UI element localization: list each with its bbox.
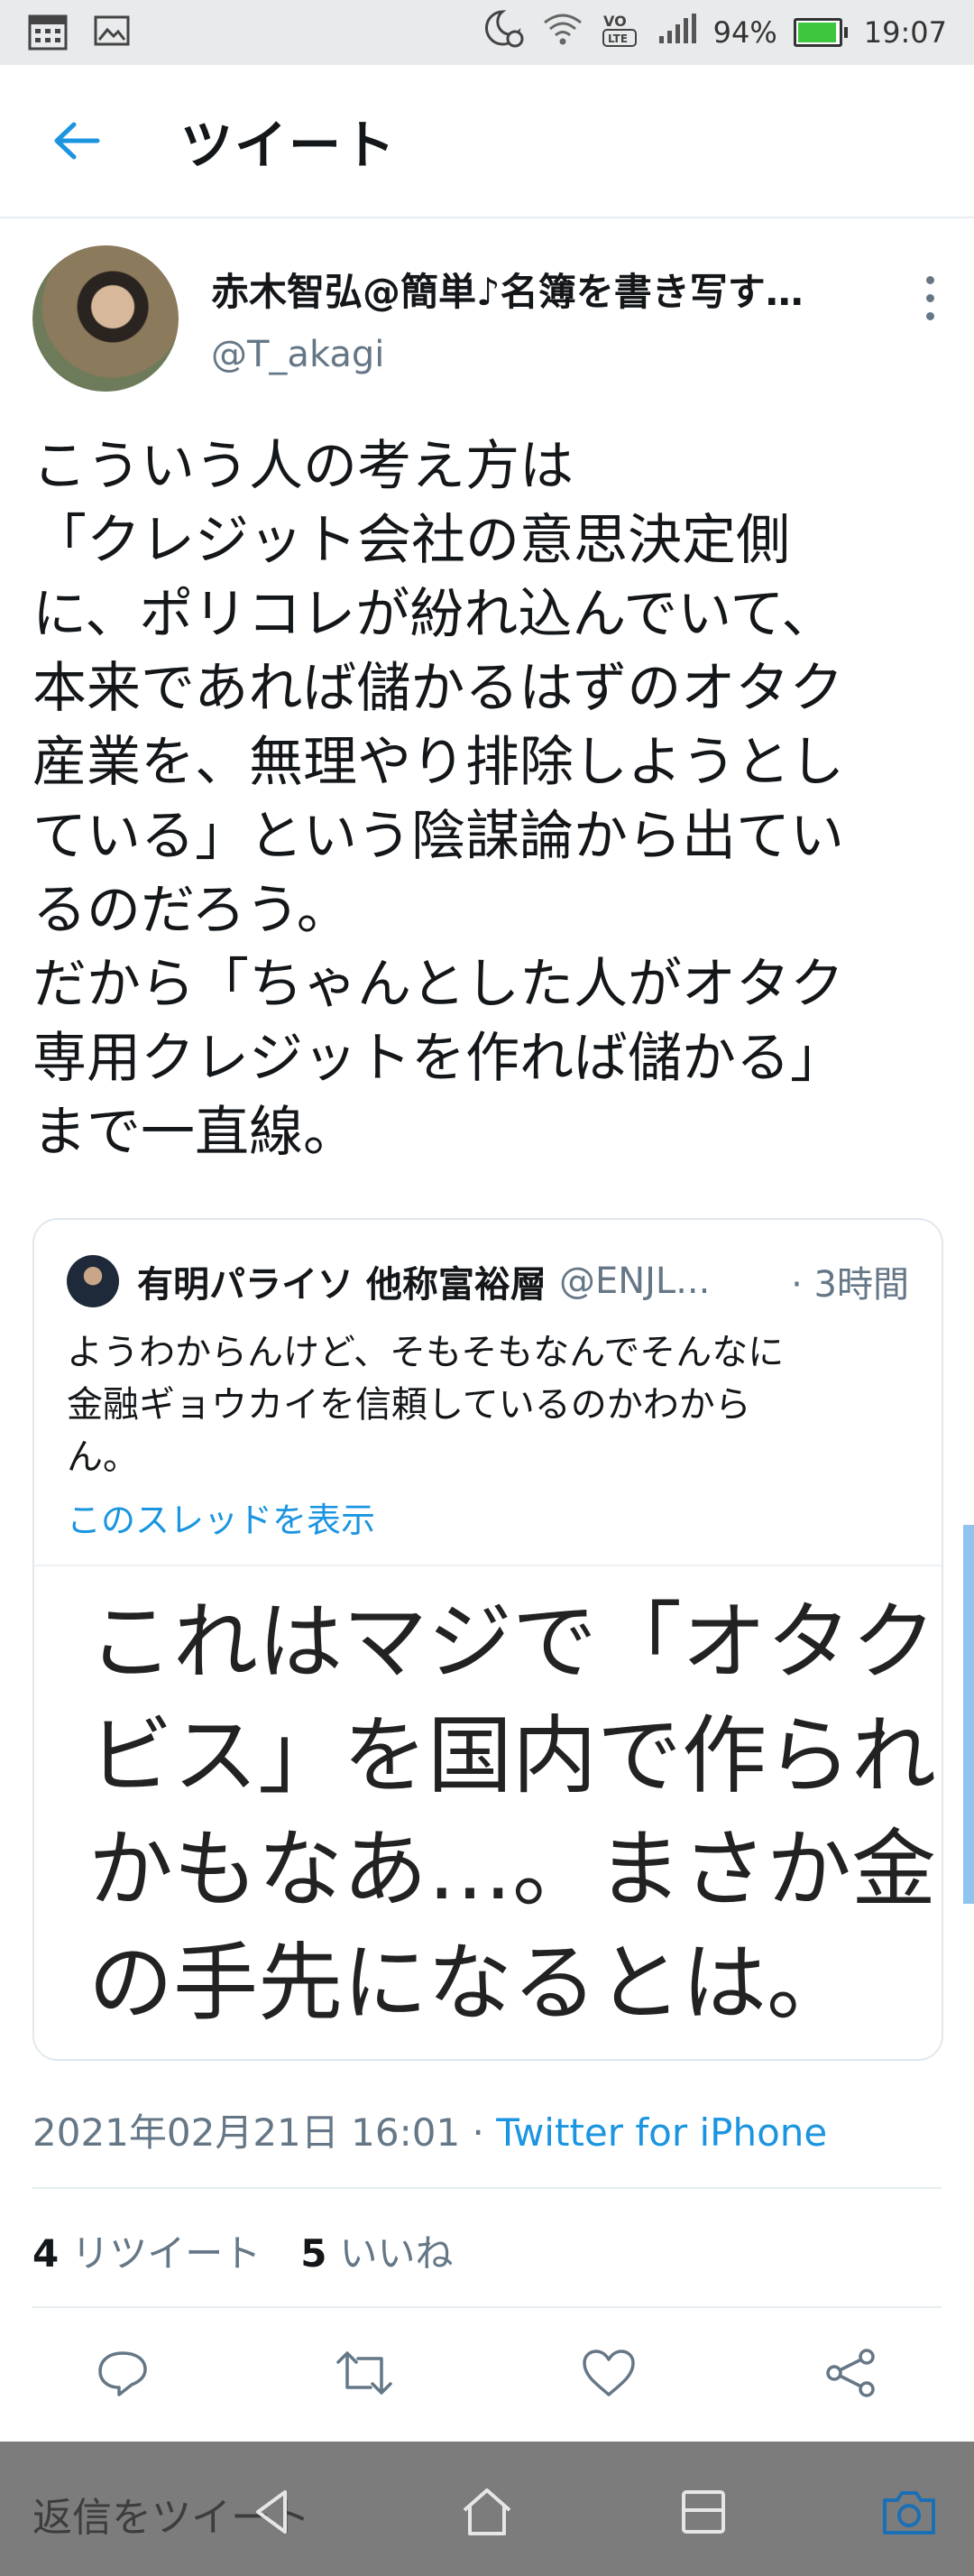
like-icon[interactable] (573, 2337, 645, 2409)
quoted-image-text-line: かもなあ…。まさか金 (88, 1821, 937, 1919)
quoted-text: ようわからんけど、そもそもなんでそんなに 金融ギョウカイを信頼しているのかわから… (67, 1326, 896, 1483)
quoted-text-line: ようわからんけど、そもそもなんでそんなに (67, 1332, 785, 1373)
retweet-icon[interactable] (328, 2337, 400, 2409)
camera-icon[interactable] (873, 2476, 945, 2548)
meta-separator: · (472, 2110, 484, 2155)
quoted-image-text-line: の手先になるとは。 (88, 1934, 852, 2033)
quoted-text-line: ん。 (67, 1436, 139, 1478)
quoted-image-text: これはマジで「オタク ビス」を国内で作られ かもなあ…。まさか金 の手先になると… (88, 1586, 936, 2041)
tweet-source-link[interactable]: Twitter for iPhone (496, 2110, 827, 2155)
status-bar: VO LTE 94% 19:07 (0, 0, 974, 65)
quoted-tweet[interactable]: 有明パライソ 他称富裕層 @ENJL... · 3時間 ようわからんけど、そもそ… (32, 1218, 943, 2061)
divider (32, 2187, 942, 2189)
svg-text:VO: VO (603, 13, 627, 30)
navigation-bar: 返信をツイート (0, 2442, 974, 2576)
likes-stat[interactable]: 5 いいね (300, 2223, 453, 2278)
retweets-stat[interactable]: 4 リツイート (32, 2223, 261, 2278)
tweet-timestamp: 2021年02月21日 16:01 (32, 2110, 461, 2155)
reply-icon[interactable] (87, 2337, 159, 2409)
back-nav-icon[interactable] (236, 2476, 308, 2548)
quoted-image-text-line: これはマジで「オタク (88, 1593, 937, 1692)
retweets-label: リツイート (71, 2231, 262, 2276)
signal-icon (657, 13, 697, 52)
quoted-image-text-line: ビス」を国内で作られ (88, 1707, 937, 1805)
recents-nav-icon[interactable] (667, 2476, 740, 2548)
quoted-time: · 3時間 (791, 1264, 909, 1306)
tweet-text-line: こういう人の考え方は (32, 435, 574, 498)
tweet-text-line: 「クレジット会社の意思決定側 (32, 509, 790, 572)
home-nav-icon[interactable] (451, 2476, 523, 2548)
quoted-tweet-header: 有明パライソ 他称富裕層 @ENJL... · 3時間 (67, 1254, 909, 1308)
tweet-text-line: 産業を、無理やり排除しようとし (32, 731, 844, 794)
tweet-text-line: 本来であれば儲かるはずのオタク (32, 657, 844, 720)
back-arrow-icon[interactable] (45, 109, 108, 172)
tweet-text: こういう人の考え方は 「クレジット会社の意思決定側 に、ポリコレが紛れ込んでいて… (32, 429, 943, 1169)
quoted-text-line: 金融ギョウカイを信頼しているのかわから (67, 1384, 751, 1426)
app-bar: ツイート (0, 65, 974, 218)
quoted-author-handle: @ENJL... (558, 1260, 711, 1302)
share-icon[interactable] (815, 2337, 887, 2409)
calendar-icon (27, 10, 69, 55)
quoted-avatar (67, 1255, 119, 1307)
avatar[interactable] (32, 245, 179, 392)
quoted-author-name: 有明パライソ 他称富裕層 (137, 1264, 547, 1306)
tweet-text-line: だから「ちゃんとした人がオタク (32, 953, 844, 1016)
tweet-text-line: に、ポリコレが紛れ込んでいて、 (32, 583, 836, 646)
moon-alarm-icon (482, 8, 526, 57)
likes-label: いいね (339, 2231, 454, 2276)
tweet-text-line: るのだろう。 (32, 879, 351, 942)
tweet-author: 赤木智弘@簡単♪名簿を書き写す… @T_akagi (32, 245, 943, 399)
volte-icon: VO LTE (600, 8, 641, 57)
svg-text:LTE: LTE (608, 32, 628, 45)
divider (32, 2306, 942, 2308)
show-thread-link[interactable]: このスレッドを表示 (67, 1492, 375, 1542)
battery-icon (793, 18, 848, 47)
tweet-meta: 2021年02月21日 16:01 · Twitter for iPhone (32, 2102, 827, 2157)
scrollbar[interactable] (963, 1525, 974, 1904)
tweet-actions (0, 2337, 974, 2409)
tweet-stats: 4 リツイート 5 いいね (32, 2223, 454, 2278)
author-name[interactable]: 赤木智弘@簡単♪名簿を書き写す… (211, 262, 878, 317)
page-title: ツイート (180, 115, 398, 176)
image-icon (94, 14, 130, 51)
more-options-icon[interactable] (916, 271, 943, 325)
retweets-count: 4 (32, 2231, 60, 2276)
tweet-text-line: 専用クレジットを作れば儲かる」 (32, 1027, 844, 1090)
clock: 19:07 (863, 15, 947, 50)
author-handle[interactable]: @T_akagi (211, 334, 384, 375)
quoted-image[interactable]: これはマジで「オタク ビス」を国内で作られ かもなあ…。まさか金 の手先になると… (34, 1565, 942, 2059)
likes-count: 5 (300, 2231, 327, 2276)
tweet-text-line: ている」という陰謀論から出てい (32, 805, 844, 868)
wifi-icon (542, 11, 583, 54)
tweet-text-line: まで一直線。 (32, 1101, 357, 1164)
battery-percent: 94% (712, 15, 777, 50)
